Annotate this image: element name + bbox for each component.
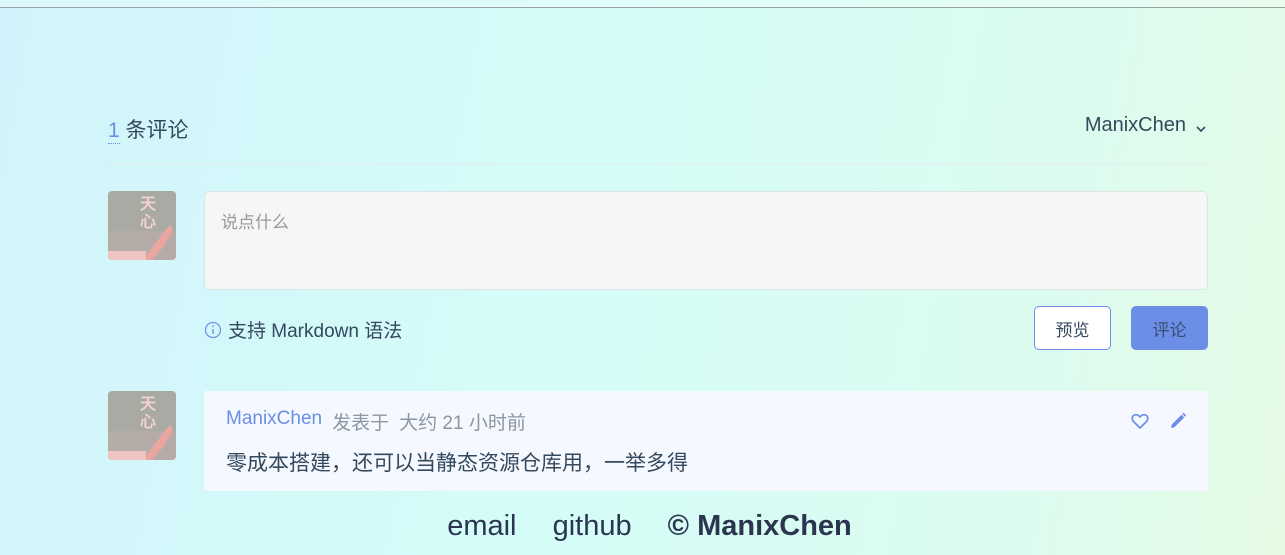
- comment-count: 1 条评论: [108, 114, 189, 144]
- preview-button[interactable]: 预览: [1034, 306, 1111, 350]
- heart-icon[interactable]: [1130, 411, 1150, 431]
- comment-editor: [204, 191, 1208, 290]
- comment-time: 大约 21 小时前: [399, 413, 526, 434]
- avatar-text-2: 心: [140, 412, 156, 431]
- comment-card: ManixChen 发表于 大约 21 小时前 零成本搭建，还可以当静态资源仓库…: [204, 391, 1208, 491]
- submit-comment-button[interactable]: 评论: [1131, 306, 1208, 350]
- comment-author[interactable]: ManixChen: [226, 408, 322, 435]
- copyright: © ManixChen: [667, 510, 852, 542]
- avatar: 天 心: [108, 191, 176, 260]
- comment-posted-label: 发表于: [332, 413, 390, 434]
- comment-count-number: 1: [108, 119, 120, 144]
- edit-icon[interactable]: [1168, 411, 1188, 431]
- comments-header: 1 条评论 ManixChen: [108, 112, 1208, 164]
- footer: email github © ManixChen: [0, 510, 1285, 543]
- comment-input[interactable]: [205, 192, 1207, 289]
- comment-avatar: 天 心: [108, 391, 176, 460]
- user-menu[interactable]: ManixChen: [1085, 114, 1208, 137]
- markdown-hint: 支持 Markdown 语法: [204, 316, 402, 343]
- chevron-down-icon: [1194, 119, 1208, 133]
- info-icon: [204, 321, 222, 339]
- github-link[interactable]: github: [553, 510, 632, 542]
- avatar-text-1: 天: [140, 394, 157, 413]
- top-divider: [0, 0, 1285, 8]
- comment-meta: ManixChen 发表于 大约 21 小时前: [226, 408, 526, 435]
- comment-count-suffix: 条评论: [119, 119, 189, 142]
- user-menu-name: ManixChen: [1084, 114, 1186, 136]
- avatar-text-1: 天: [140, 194, 157, 213]
- email-link[interactable]: email: [447, 510, 516, 542]
- markdown-hint-text: 支持 Markdown 语法: [228, 321, 403, 342]
- comment-body: 零成本搭建，还可以当静态资源仓库用，一举多得: [226, 452, 688, 475]
- comment-actions: [1130, 411, 1188, 431]
- avatar-text-2: 心: [140, 212, 156, 231]
